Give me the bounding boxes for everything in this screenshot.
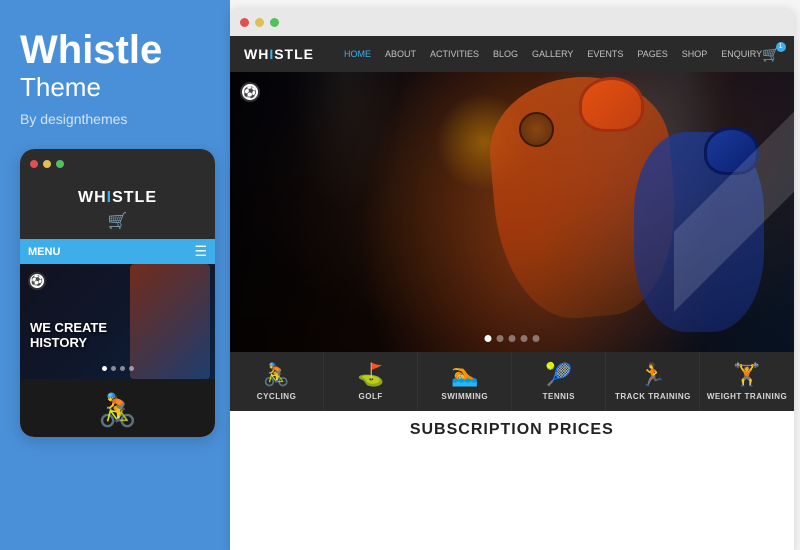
sport-cycling[interactable]: 🚴 CYCLING (230, 352, 324, 411)
browser-top-bar (230, 8, 794, 36)
golf-icon: ⛳ (357, 362, 384, 388)
mobile-menu-label: MENU (28, 246, 60, 258)
track-training-icon: 🏃 (639, 362, 666, 388)
hamburger-icon[interactable]: ☰ (194, 243, 207, 260)
sport-track-training[interactable]: 🏃 TRACK TRAINING (606, 352, 700, 411)
mobile-cycling-icon: 🚴 (98, 391, 138, 429)
bottom-section: SUBSCRIPTION PRICES (230, 411, 794, 444)
sport-golf[interactable]: ⛳ GOLF (324, 352, 418, 411)
sport-weight-training[interactable]: 🏋️ WEIGHT TRAINING (700, 352, 793, 411)
weight-training-label: WEIGHT TRAINING (707, 392, 787, 401)
mobile-slide-dot-2 (111, 366, 116, 371)
browser-dot-red[interactable] (240, 18, 249, 27)
mobile-slide-dot-1 (102, 366, 107, 371)
mobile-menu-bar[interactable]: MENU ☰ (20, 239, 215, 264)
nav-link-home[interactable]: HOME (344, 49, 371, 59)
mobile-mockup: WHISTLE 🛒 MENU ☰ ⚽ WE CREATE HISTORY (20, 149, 215, 437)
browser-cart[interactable]: 🛒 1 (762, 46, 779, 63)
hero-area: ⚽ (230, 72, 794, 352)
swimming-label: SWIMMING (441, 392, 488, 401)
slide-dot-1[interactable] (484, 335, 491, 342)
brand-subtitle: Theme (20, 72, 210, 103)
mobile-logo: WHISTLE (20, 189, 215, 207)
slide-dot-2[interactable] (496, 335, 503, 342)
browser-nav: WHISTLE HOME ABOUT ACTIVITIES BLOG GALLE… (230, 36, 794, 72)
right-panel: WHISTLE HOME ABOUT ACTIVITIES BLOG GALLE… (230, 0, 800, 550)
mobile-cart-icon[interactable]: 🛒 (108, 211, 128, 231)
slide-dot-5[interactable] (532, 335, 539, 342)
helmet-orange (579, 77, 644, 132)
mobile-dot-yellow (43, 160, 51, 168)
browser-logo: WHISTLE (244, 46, 314, 62)
browser-dot-yellow[interactable] (255, 18, 264, 27)
mobile-cycling-section: 🚴 (20, 379, 215, 437)
nav-link-shop[interactable]: SHOP (682, 49, 708, 59)
mobile-top-bar (20, 149, 215, 179)
nav-link-events[interactable]: EVENTS (587, 49, 623, 59)
mobile-slide-dots (102, 366, 134, 371)
cycling-icon: 🚴 (263, 362, 290, 388)
track-training-label: TRACK TRAINING (615, 392, 691, 401)
nav-link-about[interactable]: ABOUT (385, 49, 416, 59)
mobile-slide-dot-4 (129, 366, 134, 371)
slide-dot-3[interactable] (508, 335, 515, 342)
subscription-title: SUBSCRIPTION PRICES (230, 421, 794, 439)
soccer-ball-icon: ⚽ (240, 82, 260, 102)
mobile-slide-dot-3 (120, 366, 125, 371)
mobile-dot-green (56, 160, 64, 168)
golf-label: GOLF (359, 392, 383, 401)
diagonal-stripe (674, 72, 794, 352)
nav-link-gallery[interactable]: GALLERY (532, 49, 573, 59)
cycling-label: CYCLING (257, 392, 297, 401)
swimming-icon: 🏊 (451, 362, 478, 388)
browser-dot-green[interactable] (270, 18, 279, 27)
nav-link-enquiry[interactable]: ENQUIRY (721, 49, 762, 59)
mobile-player-art (130, 264, 210, 379)
weight-training-icon: 🏋️ (733, 362, 760, 388)
mobile-header: WHISTLE 🛒 (20, 179, 215, 239)
brand-by: By designthemes (20, 111, 210, 127)
cart-badge: 1 (776, 42, 786, 52)
left-panel: Whistle Theme By designthemes WHISTLE 🛒 … (0, 0, 230, 550)
sport-tennis[interactable]: 🎾 TENNIS (512, 352, 606, 411)
tennis-label: TENNIS (543, 392, 575, 401)
mobile-hero-text: WE CREATE HISTORY (30, 320, 107, 351)
browser-window: WHISTLE HOME ABOUT ACTIVITIES BLOG GALLE… (230, 8, 794, 550)
slide-dot-4[interactable] (520, 335, 527, 342)
football (519, 112, 554, 147)
mobile-hero: ⚽ WE CREATE HISTORY (20, 264, 215, 379)
mobile-soccer-ball-icon: ⚽ (28, 272, 46, 290)
nav-links: HOME ABOUT ACTIVITIES BLOG GALLERY EVENT… (344, 49, 762, 59)
nav-link-blog[interactable]: BLOG (493, 49, 518, 59)
sports-bar: 🚴 CYCLING ⛳ GOLF 🏊 SWIMMING 🎾 TENNIS 🏃 T… (230, 352, 794, 411)
tennis-icon: 🎾 (545, 362, 572, 388)
sport-swimming[interactable]: 🏊 SWIMMING (418, 352, 512, 411)
slide-dots (484, 335, 539, 342)
mobile-dot-red (30, 160, 38, 168)
nav-link-pages[interactable]: PAGES (637, 49, 667, 59)
brand-title: Whistle (20, 30, 210, 70)
nav-link-activities[interactable]: ACTIVITIES (430, 49, 479, 59)
